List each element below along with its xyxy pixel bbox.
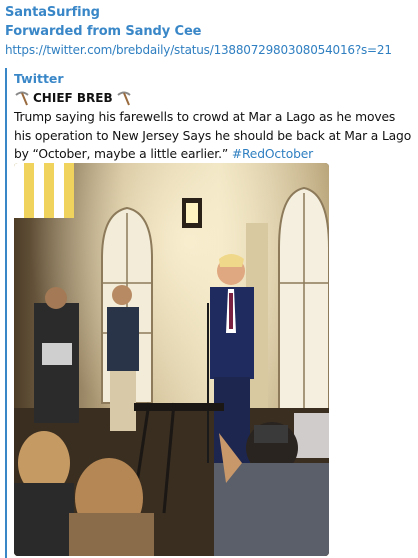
pick-icon [14, 90, 30, 106]
preview-accent-bar [5, 68, 7, 558]
channel-name[interactable]: SantaSurfing [5, 5, 100, 20]
link-preview[interactable]: Twitter CHIEF BREB Trump saying his fare… [5, 68, 415, 558]
message-bubble: SantaSurfing Forwarded from Sandy Cee ht… [0, 0, 418, 558]
pick-icon [116, 90, 132, 106]
preview-site-name: Twitter [14, 71, 64, 86]
tweet-link[interactable]: https://twitter.com/brebdaily/status/138… [5, 43, 392, 57]
video-frame-image [14, 163, 329, 556]
forwarded-from[interactable]: Forwarded from Sandy Cee [5, 24, 201, 39]
preview-description: Trump saying his farewells to crowd at M… [14, 108, 414, 164]
hashtag-link[interactable]: #RedOctober [232, 147, 313, 161]
preview-author: CHIEF BREB [14, 89, 132, 106]
description-text: Trump saying his farewells to crowd at M… [14, 110, 412, 161]
video-thumbnail[interactable] [14, 163, 329, 556]
preview-author-name: CHIEF BREB [33, 90, 113, 105]
